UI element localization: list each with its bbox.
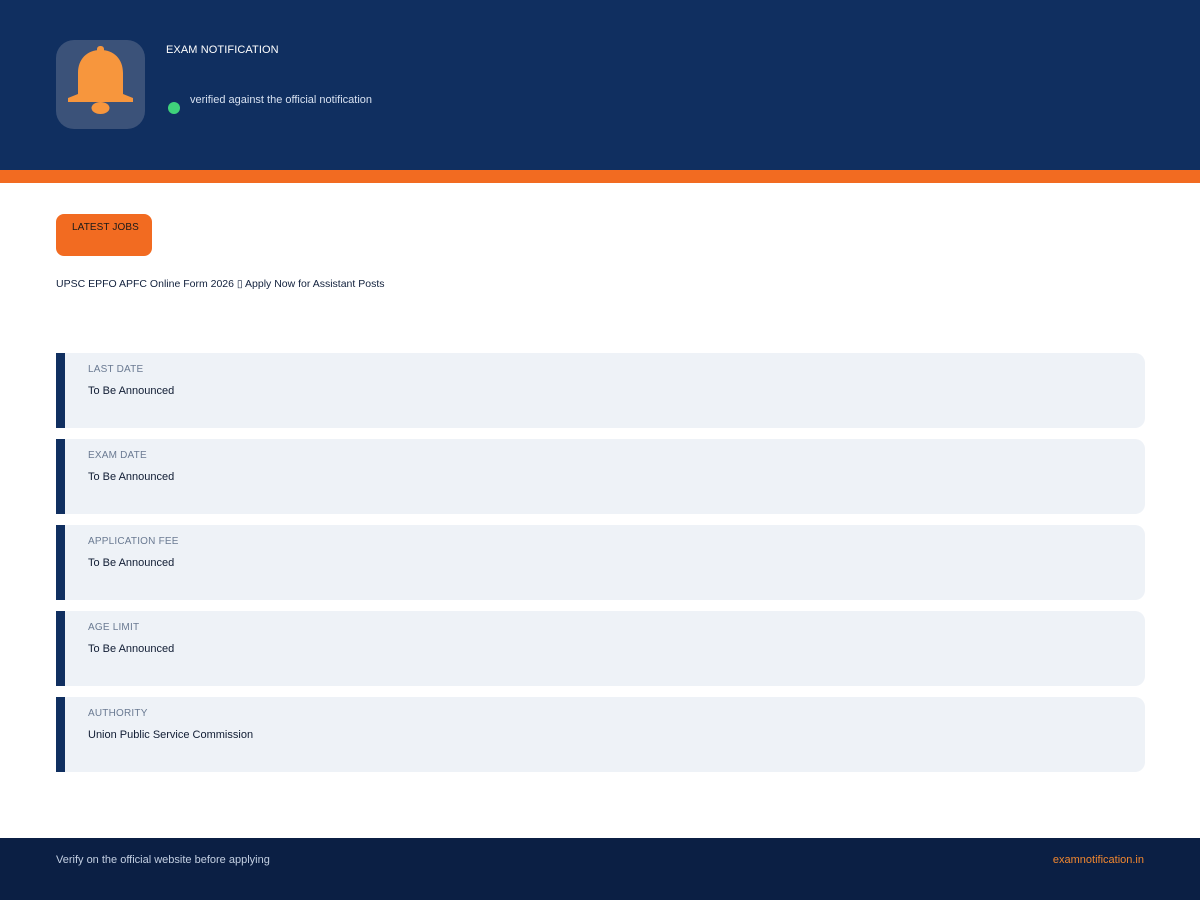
detail-label: AUTHORITY <box>88 708 148 719</box>
footer: Verify on the official website before ap… <box>0 838 1200 900</box>
detail-card-last-date: LAST DATE To Be Announced <box>56 353 1145 428</box>
header-label: EXAM NOTIFICATION <box>166 44 279 56</box>
detail-label: AGE LIMIT <box>88 622 140 633</box>
detail-card-exam-date: EXAM DATE To Be Announced <box>56 439 1145 514</box>
bell-icon <box>68 46 133 114</box>
detail-value: To Be Announced <box>88 557 175 569</box>
verified-status-icon <box>168 102 180 114</box>
detail-value: Union Public Service Commission <box>88 729 254 741</box>
card-accent-bar <box>56 697 65 772</box>
detail-label: APPLICATION FEE <box>88 536 179 547</box>
detail-label: EXAM DATE <box>88 450 147 461</box>
card-accent-bar <box>56 353 65 428</box>
category-badge[interactable]: LATEST JOBS <box>56 214 152 256</box>
detail-card-authority: AUTHORITY Union Public Service Commissio… <box>56 697 1145 772</box>
verified-text: verified against the official notificati… <box>190 94 373 106</box>
card-accent-bar <box>56 439 65 514</box>
footer-site-link[interactable]: examnotification.in <box>1053 854 1144 866</box>
detail-value: To Be Announced <box>88 385 175 397</box>
card-accent-bar <box>56 611 65 686</box>
post-title: UPSC EPFO APFC Online Form 2026 ▯ Apply … <box>56 278 385 290</box>
detail-value: To Be Announced <box>88 643 175 655</box>
details-list: LAST DATE To Be Announced EXAM DATE To B… <box>56 353 1145 783</box>
detail-card-application-fee: APPLICATION FEE To Be Announced <box>56 525 1145 600</box>
detail-value: To Be Announced <box>88 471 175 483</box>
app-logo <box>56 40 145 129</box>
detail-label: LAST DATE <box>88 364 144 375</box>
header-banner: EXAM NOTIFICATION verified against the o… <box>0 0 1200 170</box>
detail-card-age-limit: AGE LIMIT To Be Announced <box>56 611 1145 686</box>
accent-divider <box>0 170 1200 183</box>
footer-disclaimer: Verify on the official website before ap… <box>56 854 270 866</box>
card-accent-bar <box>56 525 65 600</box>
